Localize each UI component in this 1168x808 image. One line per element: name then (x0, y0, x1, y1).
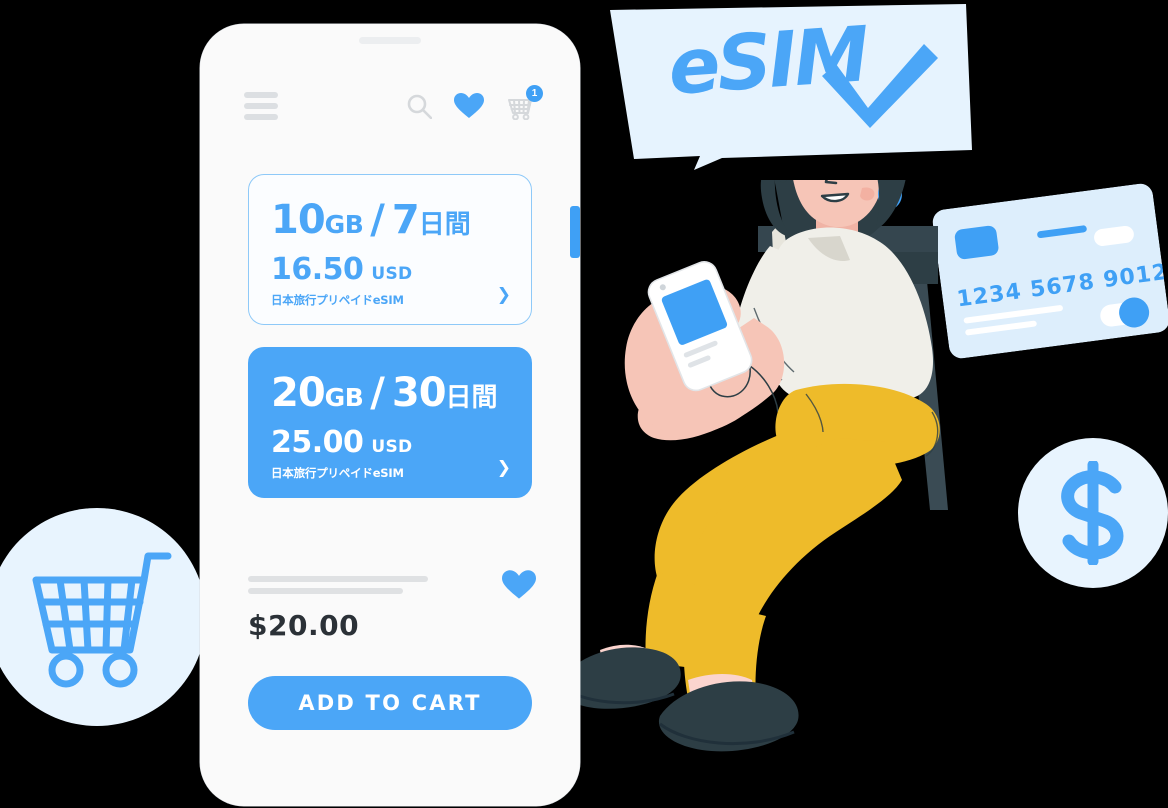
shoe-front (658, 681, 799, 752)
hamburger-bar (244, 103, 278, 109)
esim-speech-bubble: eSIM (604, 2, 972, 170)
search-icon[interactable] (406, 93, 433, 120)
heart-icon[interactable] (454, 93, 484, 119)
product-summary: $20.00 ADD TO CART (248, 570, 536, 730)
plan-card-20gb[interactable]: 20 GB / 30 日間 25.00 USD 日本旅行プリペイドeSIM ❯ (248, 347, 532, 498)
placeholder-text-lines (248, 572, 532, 594)
placeholder-line (248, 576, 428, 582)
scrollbar-thumb[interactable] (570, 206, 580, 258)
placeholder-line (248, 588, 403, 594)
plan-price-row: 25.00 USD (271, 425, 511, 460)
floating-dollar-badge (1018, 438, 1168, 588)
phone-mockup: 1 10 GB / 7 日間 16.50 USD 日本旅行プリペイドeSIM ❯ (200, 24, 580, 806)
plan-separator: / (370, 370, 385, 416)
plan-data-unit: GB (324, 210, 364, 239)
cart-badge-count: 1 (526, 85, 543, 102)
heart-icon[interactable] (502, 570, 536, 600)
shopping-cart-icon[interactable]: 1 (506, 85, 543, 121)
plan-currency: USD (371, 264, 413, 284)
hamburger-bar (244, 114, 278, 120)
plan-card-10gb[interactable]: 10 GB / 7 日間 16.50 USD 日本旅行プリペイドeSIM ❯ (248, 174, 532, 325)
plan-price: 25.00 (271, 425, 364, 460)
plan-price-row: 16.50 USD (271, 252, 511, 287)
plan-separator: / (370, 197, 385, 243)
plan-duration-unit: 日間 (418, 210, 471, 240)
blush (860, 187, 875, 201)
plan-description: 日本旅行プリペイドeSIM (271, 293, 404, 307)
plan-duration: 30 (391, 370, 447, 416)
plan-duration: 7 (391, 197, 420, 243)
floating-cart-badge (0, 508, 206, 726)
plan-data-amount: 20 (271, 370, 326, 416)
hamburger-menu-icon[interactable] (244, 92, 278, 120)
plan-description: 日本旅行プリペイドeSIM (271, 466, 404, 480)
product-price: $20.00 (248, 609, 360, 642)
plan-price: 16.50 (271, 252, 364, 287)
app-header: 1 (200, 76, 580, 136)
header-actions: 1 (406, 85, 543, 121)
plan-duration-unit: 日間 (445, 383, 498, 413)
plan-currency: USD (371, 437, 413, 457)
plan-headline: 10 GB / 7 日間 (271, 197, 511, 243)
illustration-canvas: eSIM 1234 5678 9012 3456 (0, 0, 1168, 808)
chevron-right-icon[interactable]: ❯ (497, 287, 511, 304)
plan-data-unit: GB (324, 383, 364, 412)
shopping-cart-icon (32, 552, 172, 688)
plan-headline: 20 GB / 30 日間 (271, 370, 511, 416)
seated-person-illustration (540, 86, 1020, 808)
plan-data-amount: 10 (271, 197, 326, 243)
plan-list: 10 GB / 7 日間 16.50 USD 日本旅行プリペイドeSIM ❯ 2… (200, 174, 580, 520)
earpiece-speaker (359, 37, 421, 44)
hamburger-bar (244, 92, 278, 98)
chevron-right-icon[interactable]: ❯ (497, 460, 511, 477)
dollar-sign-icon (1061, 461, 1124, 565)
add-to-cart-button[interactable]: ADD TO CART (248, 676, 532, 730)
